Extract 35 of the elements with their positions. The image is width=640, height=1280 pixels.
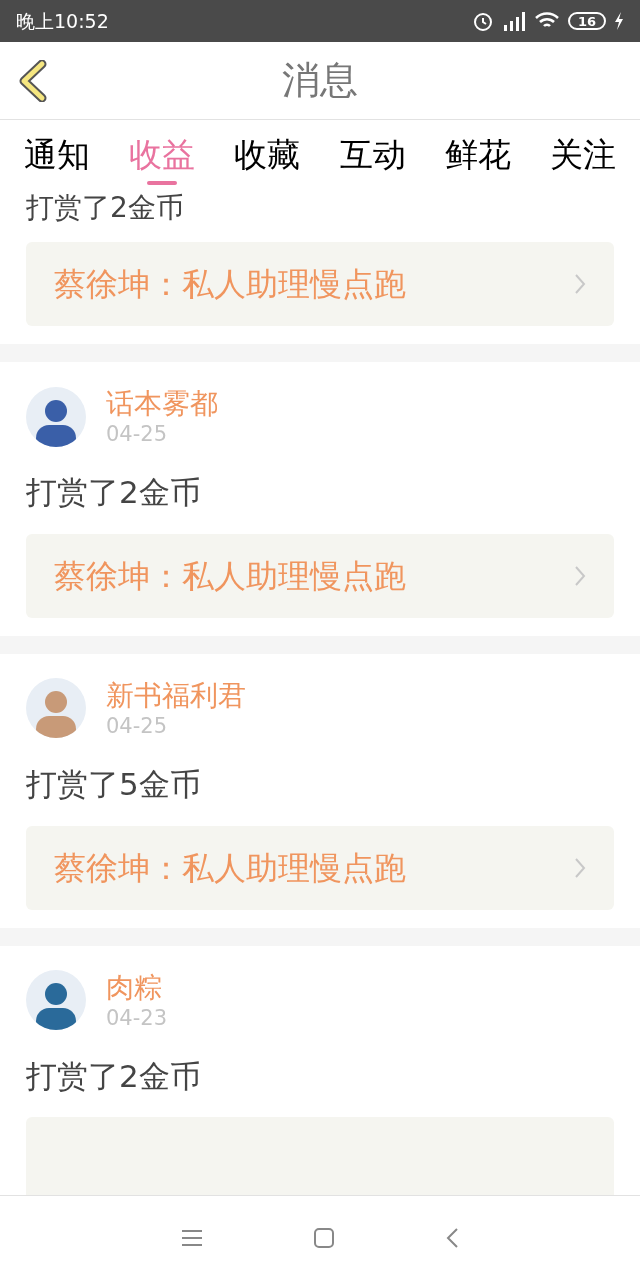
work-link-card[interactable]: 蔡徐坤：私人助理慢点跑 bbox=[26, 533, 614, 618]
battery-icon: 16 bbox=[567, 12, 606, 30]
user-name[interactable]: 新书福利君 bbox=[106, 677, 246, 713]
back-icon[interactable] bbox=[18, 59, 48, 102]
home-icon[interactable] bbox=[313, 1227, 335, 1249]
reward-message: 打赏了2金币 bbox=[25, 473, 202, 513]
tab[interactable]: 收益 bbox=[129, 125, 196, 185]
alarm-icon bbox=[471, 10, 494, 32]
chevron-right-icon bbox=[574, 273, 586, 295]
work-title: 蔡徐坤：私人助理慢点跑 bbox=[54, 847, 406, 889]
reward-message: 打赏了5金币 bbox=[25, 765, 202, 804]
chevron-right-icon bbox=[574, 564, 586, 587]
tab[interactable]: 关注 bbox=[549, 125, 616, 185]
signal-icon bbox=[501, 11, 526, 31]
charging-icon bbox=[614, 12, 624, 30]
work-link-card[interactable]: 蔡徐坤：私人助理慢点跑 bbox=[26, 242, 614, 326]
tab[interactable]: 收藏 bbox=[234, 125, 301, 185]
message-date: 04-25 bbox=[106, 421, 169, 448]
status-time: 晚上10:52 bbox=[16, 8, 109, 34]
tab[interactable]: 通知 bbox=[24, 125, 90, 185]
work-link-card[interactable]: 蔡徐坤：私人助理慢点跑 bbox=[26, 825, 614, 910]
page-title: 消息 bbox=[282, 57, 358, 104]
user-name[interactable]: 话本雾都 bbox=[106, 386, 218, 421]
message-date: 04-25 bbox=[106, 712, 169, 739]
back-icon[interactable] bbox=[445, 1227, 459, 1249]
reward-message: 打赏了2金币 bbox=[25, 190, 185, 226]
chevron-right-icon bbox=[574, 856, 586, 879]
user-name[interactable]: 肉粽 bbox=[106, 969, 168, 1005]
menu-icon[interactable] bbox=[181, 1229, 203, 1247]
tab[interactable]: 互动 bbox=[339, 125, 406, 185]
reward-message: 打赏了2金币 bbox=[25, 1056, 202, 1096]
tab[interactable]: 鲜花 bbox=[444, 125, 511, 185]
message-date: 04-23 bbox=[106, 1004, 168, 1031]
work-title: 蔡徐坤：私人助理慢点跑 bbox=[54, 555, 406, 597]
work-title: 蔡徐坤：私人助理慢点跑 bbox=[54, 264, 406, 305]
